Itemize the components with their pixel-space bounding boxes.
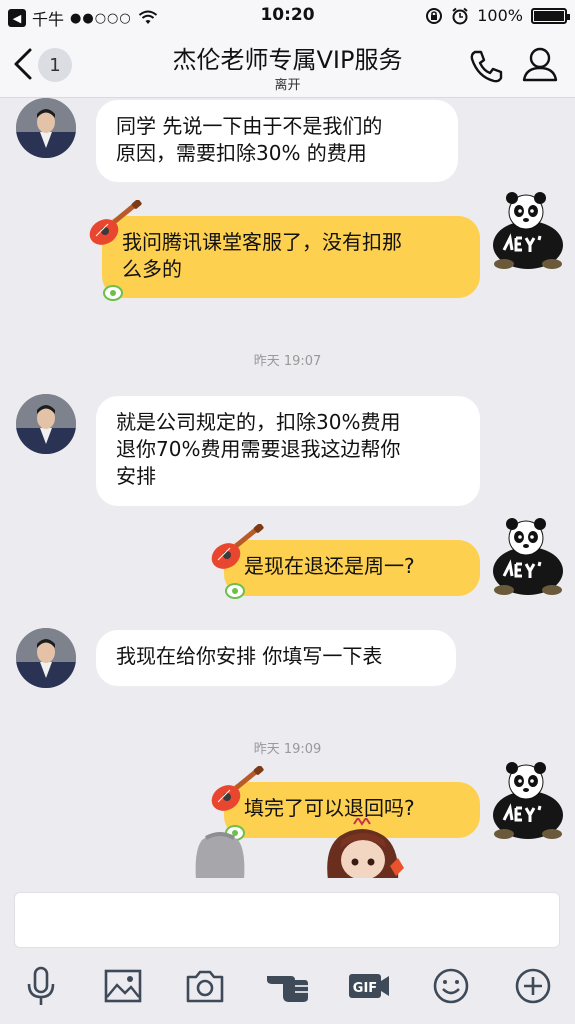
teacher-avatar[interactable] — [16, 628, 76, 688]
timestamp-separator: 昨天 19:07 — [253, 354, 322, 369]
ring-decoration-icon — [225, 583, 245, 599]
svg-text:GIF: GIF — [353, 981, 377, 996]
poke-icon[interactable] — [265, 964, 309, 1008]
mic-icon[interactable] — [19, 964, 63, 1008]
phone-icon[interactable] — [466, 46, 506, 86]
status-bar: ◀ 千牛 ●●○○○ 10:20 100% — [0, 0, 575, 32]
message-input[interactable] — [14, 892, 560, 948]
panda-avatar[interactable] — [490, 190, 566, 270]
guitar-bubble-decoration-icon — [211, 766, 264, 811]
guitar-bubble-decoration-icon — [89, 200, 142, 245]
anime-character-icon — [327, 818, 404, 880]
message-text: 是现在退还是周一? — [244, 554, 415, 578]
message-bubble-outgoing[interactable]: 我问腾讯课堂客服了，没有扣那 么多的 — [102, 216, 480, 298]
message-text: 么多的 — [122, 257, 182, 281]
chat-header: 1 杰伦老师专属VIP服务 离开 — [0, 32, 575, 98]
panda-avatar[interactable] — [490, 516, 566, 596]
message-text: 就是公司规定的，扣除30%费用 — [116, 410, 401, 434]
teacher-avatar[interactable] — [16, 394, 76, 454]
profile-icon[interactable] — [520, 44, 560, 84]
status-right: 100% — [425, 6, 570, 25]
input-area: GIF — [0, 878, 575, 1024]
camera-icon[interactable] — [183, 964, 227, 1008]
message-bubble-incoming[interactable]: 同学 先说一下由于不是我们的 原因，需要扣除30% 的费用 — [96, 100, 458, 182]
ring-decoration-icon — [103, 285, 123, 301]
guitar-bubble-decoration-icon — [211, 524, 264, 569]
image-icon[interactable] — [101, 964, 145, 1008]
battery-icon — [531, 7, 570, 24]
gray-character-icon — [195, 832, 245, 880]
message-text: 安排 — [116, 464, 156, 488]
battery-percent: 100% — [477, 6, 523, 25]
panda-avatar[interactable] — [490, 760, 566, 840]
input-toolbar: GIF — [0, 964, 575, 1024]
alarm-icon — [452, 7, 468, 24]
message-text: 我现在给你安排 你填写一下表 — [116, 644, 383, 668]
message-text: 我问腾讯课堂客服了，没有扣那 — [122, 230, 402, 254]
message-text: 退你70%费用需要退我这边帮你 — [116, 437, 401, 461]
plus-icon[interactable] — [511, 964, 555, 1008]
emoji-icon[interactable] — [429, 964, 473, 1008]
gif-icon[interactable]: GIF — [347, 964, 391, 1008]
message-bubble-incoming[interactable]: 我现在给你安排 你填写一下表 — [96, 630, 456, 686]
message-text: 同学 先说一下由于不是我们的 — [116, 114, 383, 138]
teacher-avatar[interactable] — [16, 98, 76, 158]
timestamp-separator: 昨天 19:09 — [253, 742, 322, 757]
message-bubble-incoming[interactable]: 就是公司规定的，扣除30%费用 退你70%费用需要退我这边帮你 安排 — [96, 396, 480, 506]
rotation-lock-icon — [426, 7, 443, 24]
message-text: 原因，需要扣除30% 的费用 — [116, 141, 367, 165]
